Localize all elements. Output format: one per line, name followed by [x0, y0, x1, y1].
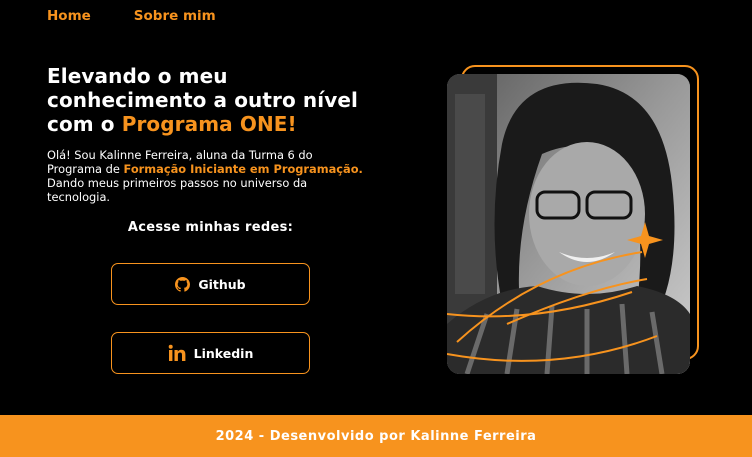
- intro-highlight: Formação Iniciante em Programação.: [123, 162, 363, 176]
- linkedin-button-label: Linkedin: [193, 345, 254, 361]
- headline-line-3-prefix: com o: [47, 112, 122, 136]
- linkedin-button[interactable]: Linkedin: [111, 332, 310, 374]
- page-headline: Elevando o meu conhecimento a outro níve…: [47, 64, 407, 136]
- social-title: Acesse minhas redes:: [127, 220, 294, 235]
- headline-highlight: Programa ONE!: [121, 112, 297, 136]
- page-footer: 2024 - Desenvolvido por Kalinne Ferreira: [0, 415, 752, 457]
- github-icon: [175, 276, 191, 292]
- nav-about-link[interactable]: Sobre mim: [134, 8, 216, 24]
- intro-text-2: Dando meus primeiros passos no universo …: [47, 176, 308, 204]
- linkedin-icon: [168, 344, 186, 362]
- top-nav: Home Sobre mim: [47, 8, 216, 24]
- headline-line-1: Elevando o meu: [47, 64, 228, 88]
- nav-home-link[interactable]: Home: [47, 8, 91, 24]
- footer-text: 2024 - Desenvolvido por Kalinne Ferreira: [215, 428, 537, 444]
- profile-photo: [447, 74, 690, 374]
- github-button-label: Github: [198, 276, 246, 292]
- github-button[interactable]: Github: [111, 263, 310, 305]
- headline-line-2: conhecimento a outro nível: [47, 88, 358, 112]
- intro-paragraph: Olá! Sou Kalinne Ferreira, aluna da Turm…: [47, 148, 367, 204]
